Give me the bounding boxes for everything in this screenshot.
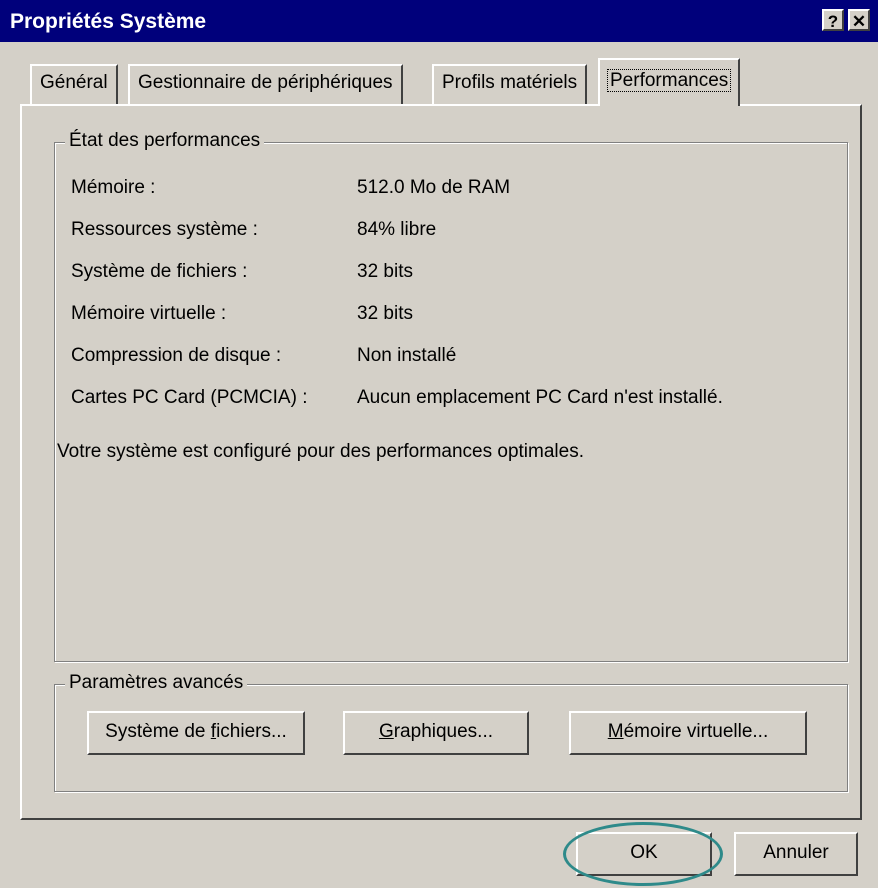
filesystem-label: Système de fichiers : xyxy=(71,261,248,282)
filesystem-value: 32 bits xyxy=(357,261,413,282)
tab-performances-label: Performances xyxy=(606,69,732,92)
tab-device-manager-label: Gestionnaire de périphériques xyxy=(138,72,393,93)
graphics-button[interactable]: Graphiques... xyxy=(343,711,529,755)
tab-device-manager[interactable]: Gestionnaire de périphériques xyxy=(128,64,403,104)
disk-compression-value: Non installé xyxy=(357,345,457,366)
advanced-settings-group: Paramètres avancés Système de fichiers..… xyxy=(54,672,848,792)
tab-hardware-profiles[interactable]: Profils matériels xyxy=(432,64,588,104)
filesystem-button[interactable]: Système de fichiers... xyxy=(87,711,305,755)
window-title: Propriétés Système xyxy=(10,10,207,33)
pc-card-value: Aucun emplacement PC Card n'est installé… xyxy=(357,387,723,408)
pc-card-label: Cartes PC Card (PCMCIA) : xyxy=(71,387,308,408)
tab-hardware-profiles-label: Profils matériels xyxy=(442,72,578,93)
virtual-memory-button-key: M xyxy=(607,721,624,742)
resources-label: Ressources système : xyxy=(71,219,258,240)
tab-panel: État des performances Mémoire : 512.0 Mo… xyxy=(20,104,862,820)
memory-label: Mémoire : xyxy=(71,177,156,198)
memory-value: 512.0 Mo de RAM xyxy=(357,177,511,198)
help-button[interactable]: ? xyxy=(822,9,844,31)
tab-general[interactable]: Général xyxy=(30,64,118,104)
performance-status-group: État des performances Mémoire : 512.0 Mo… xyxy=(54,130,848,662)
virtual-memory-button[interactable]: Mémoire virtuelle... xyxy=(569,711,807,755)
filesystem-button-post: ichiers... xyxy=(216,721,287,742)
virtual-memory-label: Mémoire virtuelle : xyxy=(71,303,227,324)
tab-performances[interactable]: Performances xyxy=(598,58,741,106)
resources-value: 84% libre xyxy=(357,219,437,240)
tab-general-label: Général xyxy=(40,72,108,93)
virtual-memory-value: 32 bits xyxy=(357,303,413,324)
close-icon[interactable]: ✕ xyxy=(848,9,870,31)
status-message: Votre système est configuré pour des per… xyxy=(57,441,584,462)
ok-button[interactable]: OK xyxy=(576,832,712,876)
advanced-settings-title: Paramètres avancés xyxy=(65,672,248,694)
title-bar: Propriétés Système ? ✕ xyxy=(0,0,878,42)
cancel-button[interactable]: Annuler xyxy=(734,832,858,876)
disk-compression-label: Compression de disque : xyxy=(71,345,282,366)
virtual-memory-button-post: émoire virtuelle... xyxy=(623,721,769,742)
filesystem-button-pre: Système de xyxy=(105,721,211,742)
performance-status-title: État des performances xyxy=(65,130,265,152)
graphics-button-post: raphiques... xyxy=(393,721,494,742)
graphics-button-key: G xyxy=(378,721,394,742)
